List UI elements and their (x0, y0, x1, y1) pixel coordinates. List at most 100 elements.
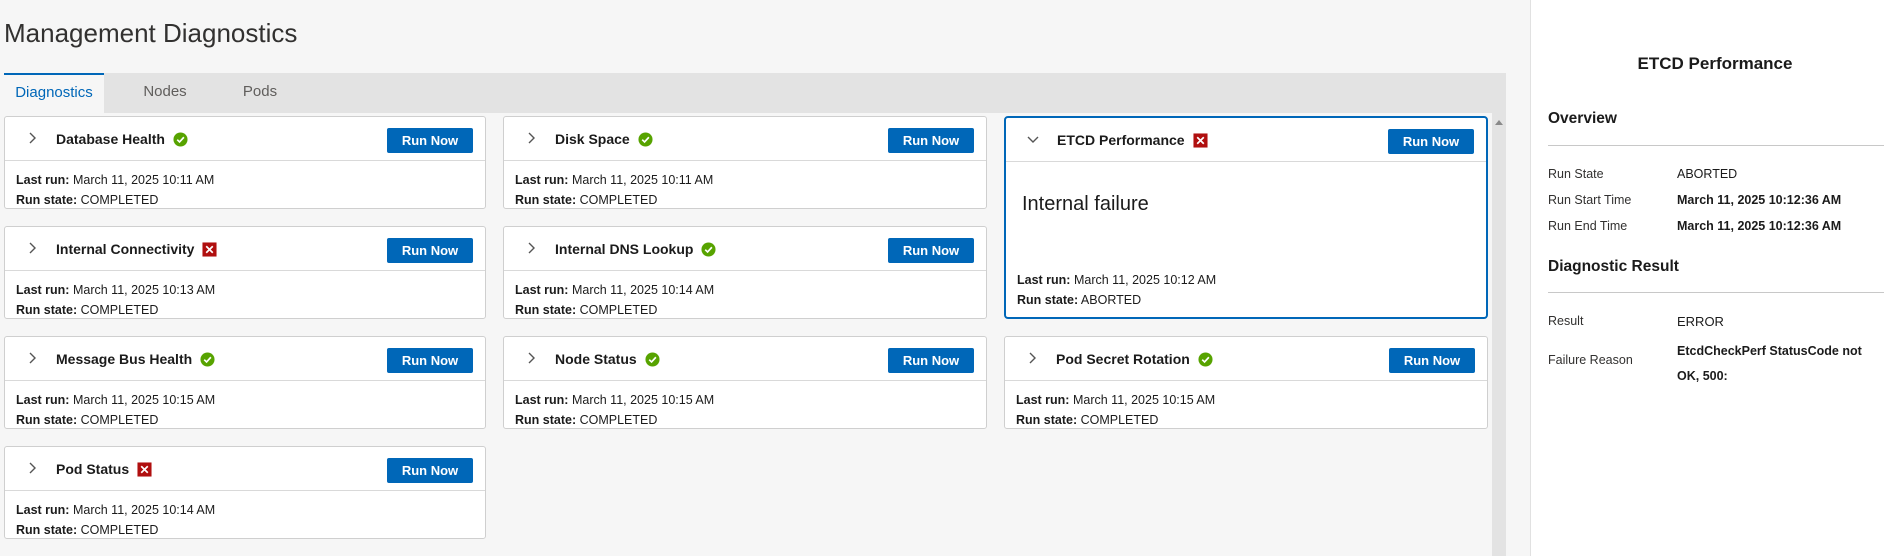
card-title: Database Health (56, 131, 165, 147)
run-start-time-label: Run Start Time (1548, 193, 1632, 207)
card-title: Pod Status (56, 461, 130, 477)
card-title: ETCD Performance (1057, 132, 1185, 148)
run-state-value: COMPLETED (80, 193, 159, 207)
tab-diagnostics[interactable]: Diagnostics (4, 73, 104, 113)
run-now-button[interactable]: Run Now (888, 238, 974, 263)
run-state-value: ABORTED (1677, 167, 1738, 181)
success-check-icon (638, 132, 653, 147)
chevron-down-icon[interactable] (1026, 132, 1040, 146)
last-run-label: Last run: (515, 393, 569, 407)
run-state-value: COMPLETED (1080, 413, 1159, 427)
run-state-value: COMPLETED (80, 413, 159, 427)
last-run-label: Last run: (1017, 273, 1071, 287)
last-run-value: March 11, 2025 10:12 AM (1073, 273, 1217, 287)
diagnostic-card-pod-secret-rotation: Pod Secret Rotation Run Now Last run: Ma… (1004, 336, 1488, 429)
scroll-up-arrow[interactable] (1495, 120, 1503, 125)
run-state-label: Run state: (1016, 413, 1078, 427)
last-run-label: Last run: (16, 393, 70, 407)
last-run-value: March 11, 2025 10:15 AM (571, 393, 715, 407)
run-start-time-value: March 11, 2025 10:12:36 AM (1677, 193, 1842, 207)
success-check-icon (173, 132, 188, 147)
run-state-value: COMPLETED (579, 193, 658, 207)
diagnostic-card-internal-dns-lookup: Internal DNS Lookup Run Now Last run: Ma… (503, 226, 987, 319)
run-now-button[interactable]: Run Now (888, 128, 974, 153)
diagnostic-card-pod-status: Pod Status Run Now Last run: March 11, 2… (4, 446, 486, 539)
run-state-label: Run state: (16, 303, 78, 317)
page-title: Management Diagnostics (4, 18, 298, 48)
run-state-value: COMPLETED (80, 523, 159, 537)
chevron-right-icon[interactable] (25, 461, 39, 475)
card-title: Internal Connectivity (56, 241, 195, 257)
overview-heading: Overview (1548, 110, 1617, 127)
failure-reason-label: Failure Reason (1548, 353, 1633, 367)
error-x-icon (137, 462, 152, 477)
vertical-scrollbar[interactable] (1492, 113, 1506, 556)
chevron-right-icon[interactable] (524, 351, 538, 365)
main-area: Management Diagnostics Diagnostics Nodes… (0, 0, 1530, 556)
overview-divider (1548, 145, 1884, 146)
failure-message: Internal failure (1022, 193, 1149, 215)
run-end-time-value: March 11, 2025 10:12:36 AM (1677, 219, 1842, 233)
tab-bar: Diagnostics Nodes Pods (4, 73, 1506, 113)
run-state-label: Run state: (515, 413, 577, 427)
result-label: Result (1548, 314, 1584, 328)
run-now-button[interactable]: Run Now (387, 458, 473, 483)
run-now-button[interactable]: Run Now (387, 348, 473, 373)
last-run-label: Last run: (16, 283, 70, 297)
diagnostic-card-node-status: Node Status Run Now Last run: March 11, … (503, 336, 987, 429)
chevron-right-icon[interactable] (524, 241, 538, 255)
chevron-right-icon[interactable] (1025, 351, 1039, 365)
last-run-value: March 11, 2025 10:14 AM (571, 283, 715, 297)
diagnostic-card-disk-space: Disk Space Run Now Last run: March 11, 2… (503, 116, 987, 209)
last-run-label: Last run: (16, 173, 70, 187)
run-state-value: COMPLETED (80, 303, 159, 317)
run-now-button[interactable]: Run Now (387, 128, 473, 153)
card-title: Internal DNS Lookup (555, 241, 694, 257)
chevron-right-icon[interactable] (25, 351, 39, 365)
run-end-time-label: Run End Time (1548, 219, 1628, 233)
last-run-value: March 11, 2025 10:15 AM (72, 393, 216, 407)
run-state-label: Run state: (1017, 293, 1079, 307)
last-run-value: March 11, 2025 10:11 AM (571, 173, 714, 187)
run-now-button[interactable]: Run Now (1389, 348, 1475, 373)
run-state-label: Run state: (515, 193, 577, 207)
last-run-value: March 11, 2025 10:14 AM (72, 503, 216, 517)
last-run-value: March 11, 2025 10:11 AM (72, 173, 215, 187)
failure-reason-value: EtcdCheckPerf StatusCode not OK, 500: (1677, 344, 1862, 383)
diagnostic-card-etcd-performance[interactable]: ETCD Performance Run Now Internal failur… (1004, 116, 1488, 319)
last-run-label: Last run: (1016, 393, 1070, 407)
result-divider (1548, 292, 1884, 293)
chevron-right-icon[interactable] (25, 131, 39, 145)
last-run-label: Last run: (16, 503, 70, 517)
run-state-label: Run state: (16, 193, 78, 207)
run-state-label: Run state: (16, 523, 78, 537)
run-now-button[interactable]: Run Now (888, 348, 974, 373)
card-title: Message Bus Health (56, 351, 193, 367)
last-run-label: Last run: (515, 283, 569, 297)
result-value: ERROR (1677, 314, 1724, 329)
last-run-value: March 11, 2025 10:15 AM (1072, 393, 1216, 407)
run-state-value: COMPLETED (579, 413, 658, 427)
run-state-label: Run State (1548, 167, 1604, 181)
chevron-right-icon[interactable] (25, 241, 39, 255)
run-state-label: Run state: (16, 413, 78, 427)
success-check-icon (645, 352, 660, 367)
diagnostic-card-message-bus-health: Message Bus Health Run Now Last run: Mar… (4, 336, 486, 429)
run-now-button[interactable]: Run Now (387, 238, 473, 263)
diagnostic-result-heading: Diagnostic Result (1548, 258, 1679, 275)
last-run-label: Last run: (515, 173, 569, 187)
chevron-right-icon[interactable] (524, 131, 538, 145)
success-check-icon (701, 242, 716, 257)
success-check-icon (1198, 352, 1213, 367)
run-state-value: COMPLETED (579, 303, 658, 317)
run-now-button[interactable]: Run Now (1388, 129, 1474, 154)
card-title: Disk Space (555, 131, 630, 147)
detail-panel: ETCD Performance Overview Run State ABOR… (1530, 0, 1898, 556)
tab-pods[interactable]: Pods (226, 73, 294, 113)
diagnostic-card-internal-connectivity: Internal Connectivity Run Now Last run: … (4, 226, 486, 319)
tab-nodes[interactable]: Nodes (128, 73, 202, 113)
success-check-icon (200, 352, 215, 367)
diagnostic-card-database-health: Database Health Run Now Last run: March … (4, 116, 486, 209)
card-title: Node Status (555, 351, 637, 367)
last-run-value: March 11, 2025 10:13 AM (72, 283, 216, 297)
